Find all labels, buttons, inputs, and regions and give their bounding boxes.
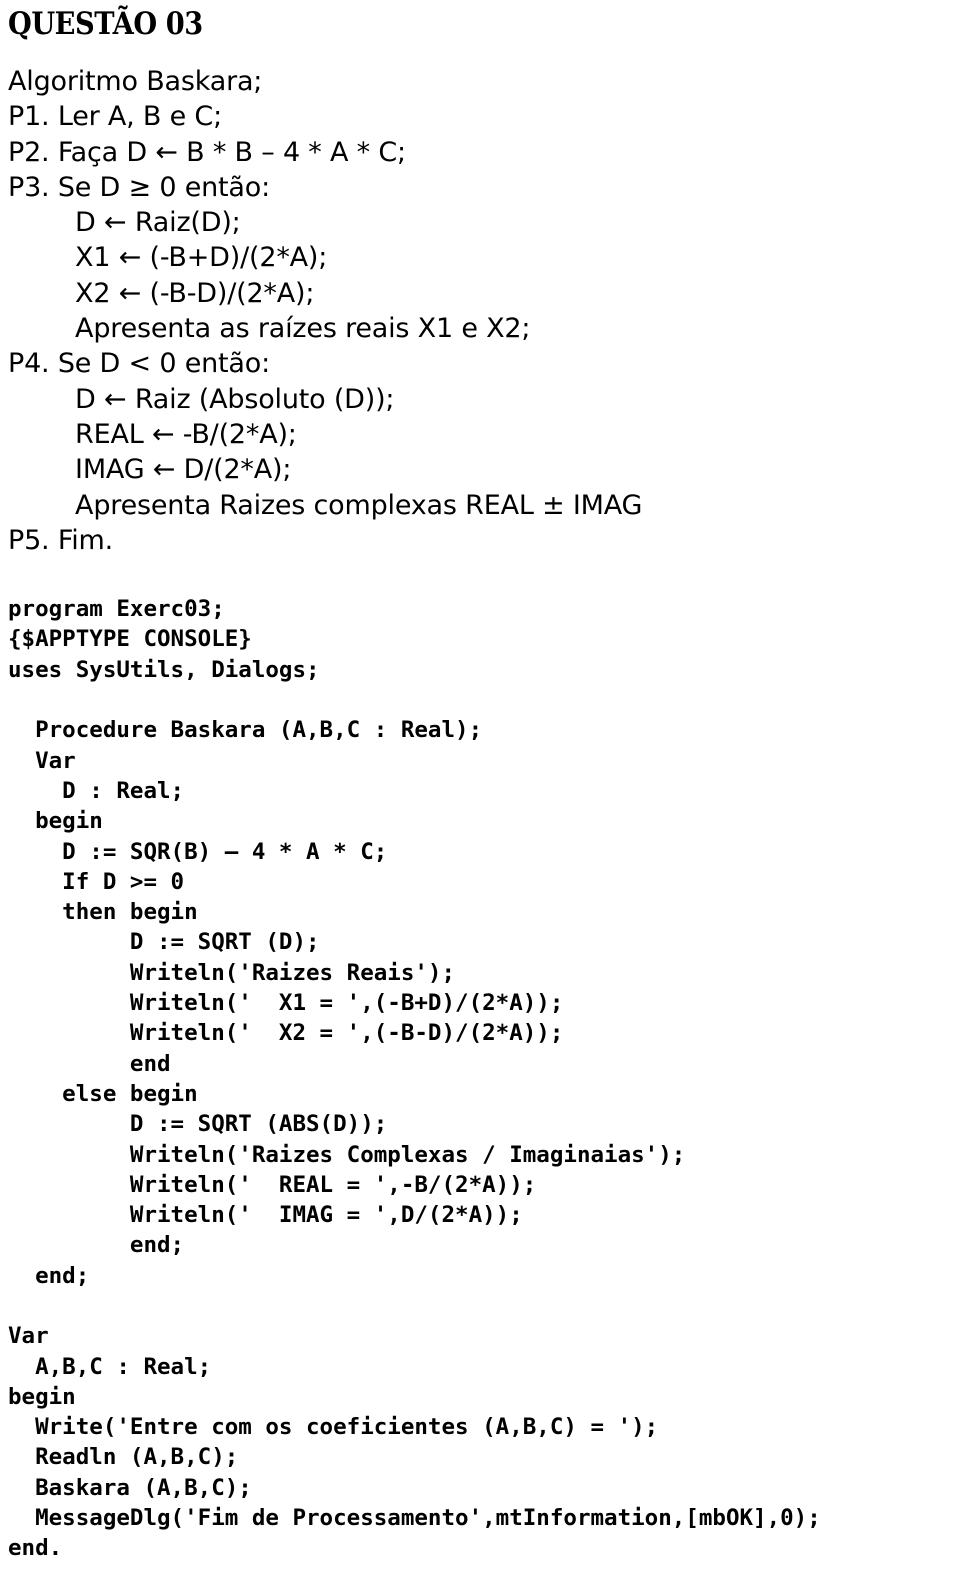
algorithm-line: Apresenta Raizes complexas REAL ± IMAG [8, 489, 643, 521]
code-line: Readln (A,B,C); [8, 1444, 239, 1471]
code-line: uses SysUtils, Dialogs; [8, 656, 320, 683]
algorithm-line: X1 ← (-B+D)/(2*A); [8, 242, 328, 274]
algorithm-line: P1. Ler A, B e C; [8, 101, 222, 133]
document-page: QUESTÃO 03 Algoritmo Baskara; P1. Ler A, … [0, 6, 960, 1572]
code-line: Writeln(' X2 = ',(-B-D)/(2*A)); [8, 1020, 564, 1047]
code-line: begin [8, 1383, 76, 1410]
code-line: end. [8, 1535, 63, 1562]
code-line-spacer [8, 685, 960, 715]
algorithm-line: IMAG ← D/(2*A); [8, 454, 292, 486]
code-line: Writeln('Raizes Reais'); [8, 959, 456, 986]
pascal-source-code-block: program Exerc03; {$APPTYPE CONSOLE} uses S… [8, 594, 960, 1564]
code-line: end [8, 1050, 171, 1077]
algorithm-line: Apresenta as raízes reais X1 e X2; [8, 313, 531, 345]
code-line: D := SQRT (D); [8, 929, 320, 956]
code-line: then begin [8, 899, 198, 926]
code-line: D := SQR(B) – 4 * A * C; [8, 838, 388, 865]
algorithm-line: D ← Raiz (Absoluto (D)); [8, 383, 395, 415]
code-line: end; [8, 1262, 90, 1289]
algorithm-line: Algoritmo Baskara; [8, 66, 263, 97]
code-line: Var [8, 747, 76, 774]
code-line: Writeln('Raizes Complexas / Imaginaias')… [8, 1141, 686, 1168]
algorithm-line: REAL ← -B/(2*A); [8, 418, 297, 450]
algorithm-line: D ← Raiz(D); [8, 207, 241, 239]
code-line: If D >= 0 [8, 868, 185, 895]
code-line: end; [8, 1232, 185, 1259]
code-line: Baskara (A,B,C); [8, 1474, 252, 1501]
code-line: begin [8, 808, 103, 835]
algorithm-line: P5. Fim. [8, 524, 113, 556]
code-line: MessageDlg('Fim de Processamento',mtInfo… [8, 1505, 821, 1532]
code-line: D := SQRT (ABS(D)); [8, 1111, 388, 1138]
code-line: Writeln(' X1 = ',(-B+D)/(2*A)); [8, 990, 564, 1017]
page-title: QUESTÃO 03 [8, 6, 203, 42]
code-line: Writeln(' IMAG = ',D/(2*A)); [8, 1202, 523, 1229]
algorithm-line: P4. Se D < 0 então: [8, 348, 270, 380]
algorithm-line: P2. Faça D ← B * B – 4 * A * C; [8, 136, 406, 168]
code-line: Procedure Baskara (A,B,C : Real); [8, 717, 483, 744]
algorithm-line: P3. Se D ≥ 0 então: [8, 171, 270, 203]
code-line: Var [8, 1323, 49, 1350]
code-line: D : Real; [8, 777, 185, 804]
code-line: program Exerc03; [8, 596, 225, 623]
code-line: {$APPTYPE CONSOLE} [8, 626, 252, 653]
code-line: Write('Entre com os coeficientes (A,B,C)… [8, 1414, 659, 1441]
code-line: else begin [8, 1080, 198, 1107]
algorithm-line: X2 ← (-B-D)/(2*A); [8, 277, 315, 309]
code-line-spacer [8, 1291, 960, 1321]
code-line: A,B,C : Real; [8, 1353, 212, 1380]
code-line: Writeln(' REAL = ',-B/(2*A)); [8, 1171, 537, 1198]
algorithm-pseudocode-block: Algoritmo Baskara; P1. Ler A, B e C; P2. F… [8, 64, 960, 558]
